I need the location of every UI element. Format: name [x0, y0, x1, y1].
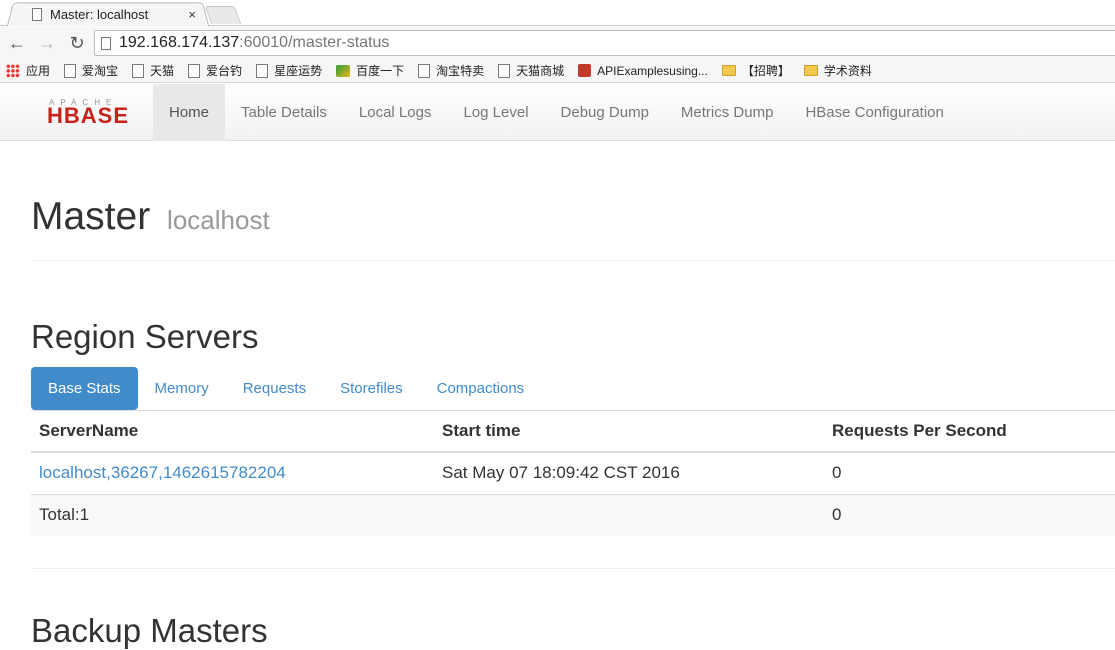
nav-hbase-configuration[interactable]: HBase Configuration [789, 84, 959, 141]
reload-icon[interactable]: ↻ [64, 30, 90, 56]
hbase-navbar: APACHE HBASE Home Table Details Local Lo… [0, 84, 1115, 141]
page-subtitle: localhost [167, 205, 270, 235]
table-header-row: ServerName Start time Requests Per Secon… [31, 410, 1115, 453]
table-total-row: Total:1 0 [31, 493, 1115, 536]
bookmark-label: 爱淘宝 [82, 64, 119, 78]
bookmark-folder[interactable]: 学术资料 [803, 62, 872, 79]
bookmark-label: 百度一下 [356, 64, 405, 78]
url-host: 192.168.174.137 [119, 34, 240, 51]
total-requests-cell: 0 [824, 493, 1115, 536]
bookmark-item[interactable]: 淘宝特卖 [418, 62, 484, 79]
apps-icon [6, 63, 20, 78]
tab-requests[interactable]: Requests [226, 367, 323, 410]
page-icon [64, 63, 77, 78]
nav-log-level[interactable]: Log Level [447, 84, 544, 141]
address-bar[interactable]: 192.168.174.137:60010/master-status [94, 30, 1115, 56]
bookmark-item[interactable]: 天猫 [132, 62, 174, 79]
red-square-icon [578, 64, 592, 77]
bookmark-label: 应用 [26, 64, 51, 78]
bookmark-apps[interactable]: 应用 [6, 62, 50, 79]
requests-per-second-cell: 0 [824, 451, 1115, 494]
server-name-link[interactable]: localhost,36267,1462615782204 [39, 463, 286, 482]
bookmark-item[interactable]: APIExamplesusing... [578, 64, 708, 78]
column-header: Requests Per Second [824, 410, 1115, 453]
column-header: ServerName [31, 410, 434, 453]
backup-masters-heading: Backup Masters [31, 612, 268, 649]
new-tab-button[interactable] [204, 6, 242, 24]
back-arrow-icon[interactable]: ← [4, 30, 30, 56]
bookmark-item[interactable]: 天猫商城 [498, 62, 564, 79]
page-icon [188, 63, 201, 78]
bookmark-label: 【招聘】 [741, 64, 790, 78]
browser-tab-title: Master: localhost [50, 6, 149, 22]
server-name-cell: localhost,36267,1462615782204 [31, 451, 434, 494]
baidu-icon [336, 64, 351, 77]
nav-metrics-dump[interactable]: Metrics Dump [665, 84, 790, 141]
nav-table-details[interactable]: Table Details [225, 84, 343, 141]
section-divider [31, 568, 1115, 569]
bookmark-label: 星座运势 [274, 64, 323, 78]
total-empty-cell [434, 493, 824, 536]
forward-arrow-icon[interactable]: → [34, 30, 60, 56]
region-servers-tabs: Base Stats Memory Requests Storefiles Co… [31, 367, 1115, 411]
bookmark-item[interactable]: 星座运势 [256, 62, 322, 79]
browser-tab[interactable]: Master: localhost × [10, 2, 206, 26]
bookmark-folder[interactable]: 【招聘】 [721, 62, 790, 79]
nav-debug-dump[interactable]: Debug Dump [545, 84, 665, 141]
page-icon [101, 36, 111, 50]
tab-compactions[interactable]: Compactions [420, 367, 542, 410]
page-icon [132, 63, 145, 78]
bookmark-label: 天猫商城 [516, 64, 565, 78]
browser-toolbar: ← → ↻ 192.168.174.137:60010/master-statu… [0, 27, 1115, 59]
hbase-logo[interactable]: APACHE HBASE [47, 98, 139, 128]
bookmark-label: APIExamplesusing... [597, 63, 708, 78]
folder-icon [721, 65, 736, 76]
region-servers-table: ServerName Start time Requests Per Secon… [31, 410, 1115, 536]
logo-hbase-text: HBASE [47, 103, 130, 128]
total-label-cell: Total:1 [31, 493, 434, 536]
nav-local-logs[interactable]: Local Logs [343, 84, 448, 141]
nav-links: Home Table Details Local Logs Log Level … [153, 84, 960, 141]
bookmarks-bar: 应用 爱淘宝 天猫 爱台钓 星座运势 百度一下 淘宝特卖 天猫商城 APIExa… [0, 59, 1115, 83]
tab-base-stats[interactable]: Base Stats [31, 367, 138, 410]
tab-storefiles[interactable]: Storefiles [323, 367, 420, 410]
page-icon [498, 63, 511, 78]
page-icon [418, 63, 431, 78]
browser-tab-strip: Master: localhost × [0, 0, 1115, 27]
tab-memory[interactable]: Memory [138, 367, 226, 410]
start-time-cell: Sat May 07 18:09:42 CST 2016 [434, 451, 824, 494]
page-icon [32, 7, 42, 21]
bookmark-item[interactable]: 爱台钓 [188, 62, 242, 79]
url-path: :60010/master-status [239, 34, 390, 51]
region-servers-heading: Region Servers [31, 318, 259, 355]
bookmark-item[interactable]: 爱淘宝 [64, 62, 118, 79]
close-tab-icon[interactable]: × [188, 7, 196, 22]
page-header: Master localhost [31, 195, 1115, 261]
table-row: localhost,36267,1462615782204 Sat May 07… [31, 451, 1115, 494]
page-title: Master localhost [31, 195, 1115, 239]
bookmark-label: 淘宝特卖 [436, 64, 485, 78]
page-icon [256, 63, 269, 78]
page-title-text: Master [31, 195, 151, 238]
bookmark-label: 学术资料 [823, 64, 872, 78]
bookmark-label: 爱台钓 [206, 64, 243, 78]
column-header: Start time [434, 410, 824, 453]
bookmark-item[interactable]: 百度一下 [336, 62, 404, 79]
bookmark-label: 天猫 [150, 64, 175, 78]
nav-home[interactable]: Home [153, 84, 226, 141]
folder-icon [803, 65, 818, 76]
